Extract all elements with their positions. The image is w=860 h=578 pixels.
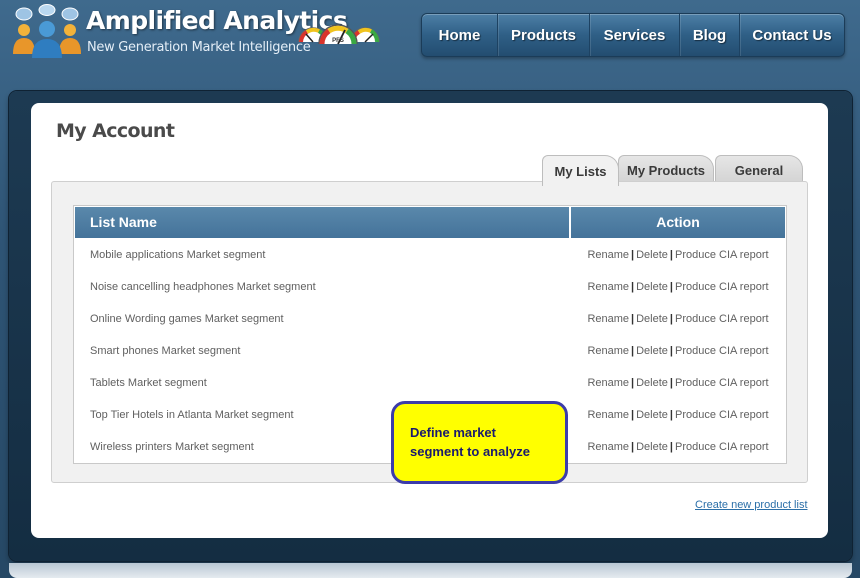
table-row: Noise cancelling headphones Market segme… <box>75 271 785 303</box>
column-header-list-name: List Name <box>75 207 571 238</box>
list-name-cell: Noise cancelling headphones Market segme… <box>90 281 316 293</box>
gauges-icon: PFS <box>298 24 380 45</box>
action-cell: Rename | Delete | Produce CIA report <box>571 345 785 357</box>
produce-cia-report-link[interactable]: Produce CIA report <box>675 441 769 453</box>
delete-link[interactable]: Delete <box>636 409 668 421</box>
nav-products[interactable]: Products <box>498 14 590 56</box>
rename-link[interactable]: Rename <box>587 441 629 453</box>
produce-cia-report-link[interactable]: Produce CIA report <box>675 345 769 357</box>
gauge-label: PFS <box>332 38 344 44</box>
main-nav: Home Products Services Blog Contact Us <box>421 13 845 57</box>
delete-link[interactable]: Delete <box>636 377 668 389</box>
site-header: Amplified Analytics New Generation Marke… <box>0 0 860 88</box>
action-separator: | <box>669 377 673 389</box>
table-row: Smart phones Market segment Rename | Delete… <box>75 335 785 367</box>
rename-link[interactable]: Rename <box>587 377 629 389</box>
footer-bar <box>9 563 852 578</box>
nav-contact-us[interactable]: Contact Us <box>740 14 844 56</box>
create-new-product-list-link[interactable]: Create new product list <box>695 499 808 511</box>
action-separator: | <box>669 313 673 325</box>
column-header-action: Action <box>656 214 700 230</box>
action-separator: | <box>669 345 673 357</box>
nav-home[interactable]: Home <box>422 14 498 56</box>
table-header: List Name Action <box>75 207 785 238</box>
produce-cia-report-link[interactable]: Produce CIA report <box>675 281 769 293</box>
callout-line-1: Define market <box>410 425 496 440</box>
callout-line-2: segment to analyze <box>410 444 530 459</box>
rename-link[interactable]: Rename <box>587 281 629 293</box>
action-separator: | <box>669 441 673 453</box>
nav-blog[interactable]: Blog <box>680 14 740 56</box>
table-row: Mobile applications Market segment Rename… <box>75 239 785 271</box>
table-row: Tablets Market segment Rename | Delete | Prod… <box>75 367 785 399</box>
action-cell: Rename | Delete | Produce CIA report <box>571 313 785 325</box>
nav-services[interactable]: Services <box>590 14 680 56</box>
action-cell: Rename | Delete | Produce CIA report <box>571 249 785 261</box>
tab-my-lists[interactable]: My Lists <box>542 155 619 186</box>
people-logo-icon[interactable] <box>10 4 84 58</box>
callout-annotation: Define market segment to analyze <box>391 401 568 484</box>
delete-link[interactable]: Delete <box>636 345 668 357</box>
produce-cia-report-link[interactable]: Produce CIA report <box>675 249 769 261</box>
rename-link[interactable]: Rename <box>587 249 629 261</box>
delete-link[interactable]: Delete <box>636 281 668 293</box>
action-cell: Rename | Delete | Produce CIA report <box>571 409 785 421</box>
delete-link[interactable]: Delete <box>636 313 668 325</box>
rename-link[interactable]: Rename <box>587 409 629 421</box>
action-separator: | <box>669 281 673 293</box>
list-name-cell: Smart phones Market segment <box>90 345 241 357</box>
action-separator: | <box>669 409 673 421</box>
list-name-cell: Online Wording games Market segment <box>90 313 284 325</box>
delete-link[interactable]: Delete <box>636 249 668 261</box>
produce-cia-report-link[interactable]: Produce CIA report <box>675 313 769 325</box>
action-separator: | <box>669 249 673 261</box>
action-cell: Rename | Delete | Produce CIA report <box>571 441 785 453</box>
action-cell: Rename | Delete | Produce CIA report <box>571 281 785 293</box>
produce-cia-report-link[interactable]: Produce CIA report <box>675 377 769 389</box>
rename-link[interactable]: Rename <box>587 345 629 357</box>
produce-cia-report-link[interactable]: Produce CIA report <box>675 409 769 421</box>
list-name-cell: Tablets Market segment <box>90 377 207 389</box>
table-row: Online Wording games Market segment Renam… <box>75 303 785 335</box>
delete-link[interactable]: Delete <box>636 441 668 453</box>
action-cell: Rename | Delete | Produce CIA report <box>571 377 785 389</box>
brand-tagline: New Generation Market Intelligence <box>87 40 311 55</box>
page-title: My Account <box>56 120 175 142</box>
list-name-cell: Mobile applications Market segment <box>90 249 266 261</box>
rename-link[interactable]: Rename <box>587 313 629 325</box>
